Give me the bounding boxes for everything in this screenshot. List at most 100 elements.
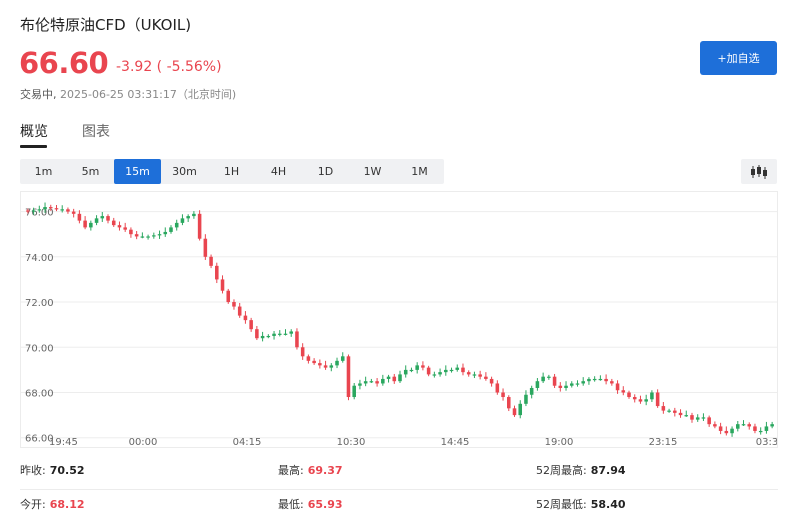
candle-body — [312, 360, 316, 364]
candle-body — [398, 374, 402, 382]
candle-body — [66, 209, 70, 212]
tab-overview[interactable]: 概览 — [20, 121, 48, 141]
candle-body — [403, 369, 408, 375]
candle-body — [277, 333, 282, 335]
stats-row-2: 今开: 68.12 最低: 65.93 52周最低: 58.40 — [20, 496, 778, 521]
stat-52w-high: 52周最高: 87.94 — [536, 464, 626, 477]
candle-body — [60, 209, 64, 211]
stat-prev-close: 昨收: 70.52 — [20, 464, 85, 477]
interval-1w[interactable]: 1W — [349, 159, 396, 184]
candle-body — [83, 220, 87, 228]
candle-body — [438, 372, 442, 375]
candle-body — [461, 367, 465, 373]
candle-body — [197, 213, 202, 239]
candle-body — [375, 381, 379, 384]
candle-body — [449, 369, 454, 372]
candle-body — [89, 222, 93, 228]
stats-row-1: 昨收: 70.52 最高: 69.37 52周最高: 87.94 — [20, 462, 778, 490]
x-tick-label: 19:00 — [545, 437, 574, 448]
candle-body — [484, 376, 488, 379]
interval-30m[interactable]: 30m — [161, 159, 208, 184]
candle-body — [587, 378, 591, 382]
candle-body — [346, 356, 351, 398]
candle-body — [226, 290, 231, 303]
candle-body — [529, 387, 534, 395]
candle-body — [157, 234, 162, 236]
candle-body — [455, 367, 460, 370]
candle-body — [26, 210, 30, 212]
candle-body — [650, 392, 654, 400]
x-tick-label: 00:00 — [129, 437, 158, 448]
candle-body — [203, 238, 208, 257]
candle-body — [621, 390, 626, 393]
interval-15m[interactable]: 15m — [114, 159, 161, 184]
candle-body — [518, 403, 523, 416]
interval-1d[interactable]: 1D — [302, 159, 349, 184]
candle-body — [352, 385, 356, 398]
candle-body — [129, 229, 133, 235]
add-watchlist-button[interactable]: +加自选 — [700, 41, 777, 75]
candle-body — [111, 220, 116, 226]
interval-1m[interactable]: 1m — [20, 159, 67, 184]
candle-body — [386, 376, 391, 379]
candle-body — [541, 376, 545, 382]
candle-body — [54, 208, 59, 210]
y-tick-label: 72.00 — [25, 298, 54, 309]
candle-body — [552, 376, 557, 386]
active-tab-indicator — [20, 145, 47, 148]
y-tick-label: 68.00 — [25, 389, 54, 400]
interval-5m[interactable]: 5m — [67, 159, 114, 184]
candle-body — [655, 392, 660, 407]
candle-body — [106, 216, 110, 221]
interval-1mo[interactable]: 1M — [396, 159, 443, 184]
candle-body — [701, 417, 706, 419]
candle-body — [215, 265, 219, 280]
candle-body — [249, 320, 253, 330]
candle-body — [31, 210, 36, 212]
price-chart[interactable]: 76.00 74.00 72.00 70.00 68.00 66.00 19:45 00:00… — [20, 191, 778, 448]
tab-chart[interactable]: 图表 — [82, 121, 110, 141]
candle-body — [690, 415, 694, 420]
candle-body — [369, 381, 374, 383]
x-tick-label: 04:15 — [233, 437, 262, 448]
candle-body — [243, 315, 248, 321]
candle-body — [547, 376, 551, 378]
candle-body — [415, 365, 419, 370]
candle-body — [432, 374, 437, 376]
candlestick-icon — [751, 164, 767, 179]
candle-body — [329, 365, 334, 368]
candle-body — [661, 406, 666, 411]
status-label: 交易中, — [20, 88, 57, 101]
candle-body — [94, 218, 99, 223]
interval-1h[interactable]: 1H — [208, 159, 255, 184]
candle-body — [169, 227, 173, 232]
candle-body — [569, 383, 574, 386]
interval-selector: 1m 5m 15m 30m 1H 4H 1D 1W 1M — [20, 159, 444, 184]
chart-type-button[interactable] — [741, 159, 777, 184]
candle-body — [632, 397, 637, 400]
interval-4h[interactable]: 4H — [255, 159, 302, 184]
candle-body — [134, 234, 139, 237]
candle-body — [192, 213, 196, 217]
x-tick-label: 19:45 — [49, 437, 78, 448]
candle-body — [381, 378, 385, 384]
candle-body — [289, 331, 293, 334]
candle-body — [507, 397, 511, 409]
trade-status: 交易中, 2025-06-25 03:31:17（北京时间) — [20, 86, 236, 102]
last-price: 66.60 — [19, 46, 109, 80]
candle-body — [260, 335, 265, 339]
candle-body — [323, 365, 328, 368]
candle-body — [581, 381, 585, 384]
candle-body — [707, 417, 711, 425]
candle-body — [220, 279, 225, 291]
candle-body — [495, 383, 500, 393]
candle-body — [638, 399, 643, 402]
candle-body — [695, 417, 700, 420]
candle-body — [730, 428, 734, 434]
candle-body — [524, 394, 528, 404]
candle-body — [615, 383, 620, 391]
status-timestamp: 2025-06-25 03:31:17（北京时间) — [60, 88, 237, 101]
candle-body — [43, 207, 47, 210]
candle-body — [318, 363, 322, 366]
candle-body — [444, 369, 448, 373]
